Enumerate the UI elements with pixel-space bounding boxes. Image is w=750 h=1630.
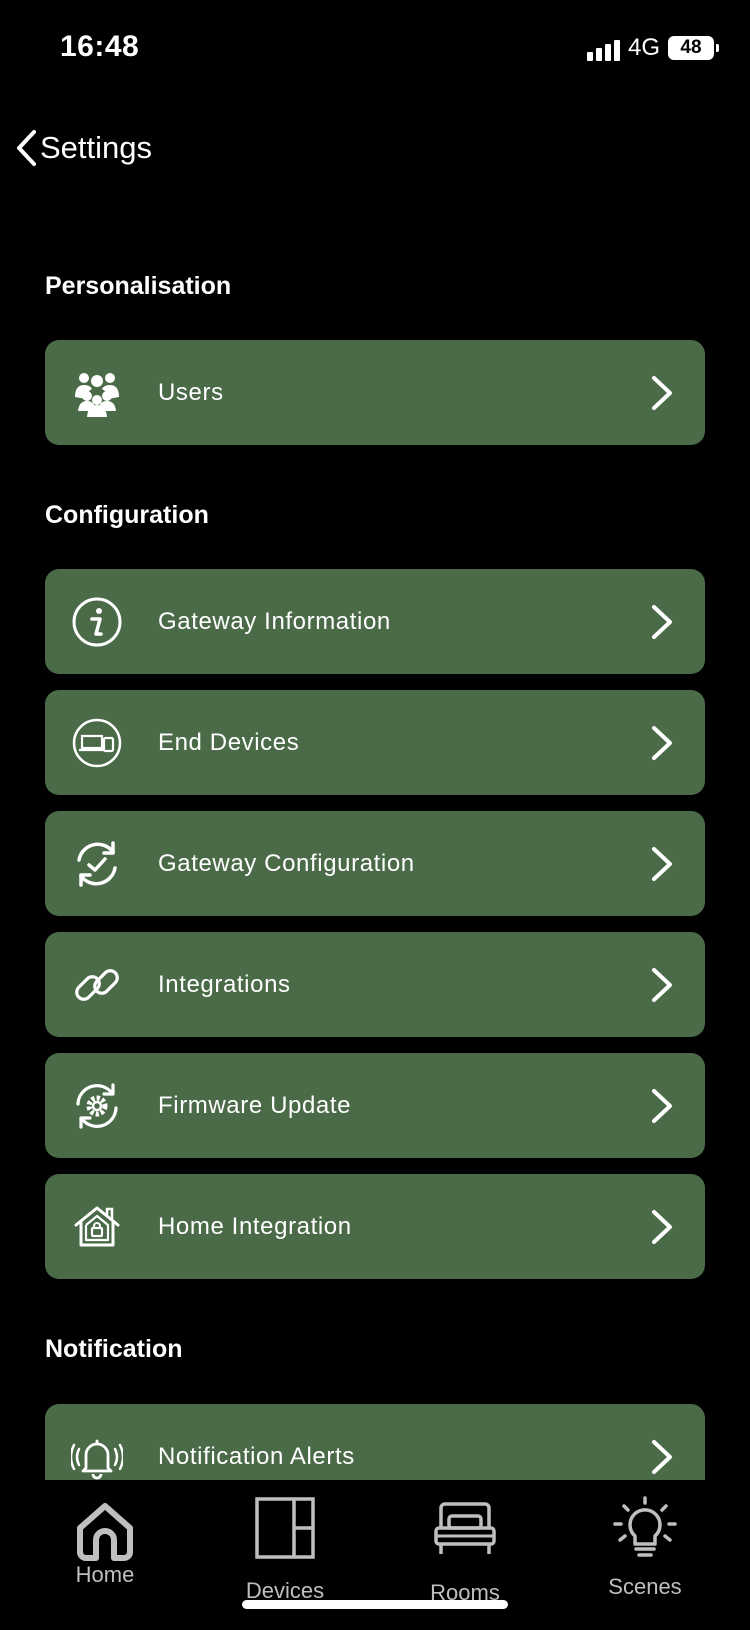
chevron-right-icon xyxy=(652,847,672,881)
tab-label: Home xyxy=(75,1562,135,1587)
row-label: Gateway Information xyxy=(158,607,391,635)
back-button[interactable]: Settings xyxy=(14,124,152,172)
settings-row-end-devices[interactable]: End Devices xyxy=(45,690,705,795)
lightbulb-icon xyxy=(613,1496,677,1557)
settings-row-notification-alerts[interactable]: Notification Alerts xyxy=(45,1404,705,1480)
chevron-right-icon xyxy=(652,605,672,639)
row-label: Users xyxy=(158,378,224,406)
sync-check-icon xyxy=(77,841,117,887)
users-icon xyxy=(75,373,119,417)
section-title-notification: Notification xyxy=(45,1335,183,1363)
row-label: Integrations xyxy=(158,970,291,998)
chevron-right-icon xyxy=(652,376,672,410)
tab-label: Scenes xyxy=(608,1574,682,1599)
settings-row-home-integration[interactable]: Home Integration xyxy=(45,1174,705,1279)
page-title: Settings xyxy=(40,130,153,165)
row-label: Firmware Update xyxy=(158,1091,352,1119)
tab-rooms[interactable]: Rooms xyxy=(415,1500,515,1606)
chevron-right-icon xyxy=(652,1440,672,1474)
settings-row-firmware-update[interactable]: Firmware Update xyxy=(45,1053,705,1158)
settings-row-integrations[interactable]: Integrations xyxy=(45,932,705,1037)
info-icon xyxy=(72,597,122,647)
settings-row-gateway-information[interactable]: Gateway Information xyxy=(45,569,705,674)
row-label: Gateway Configuration xyxy=(158,849,415,877)
row-label: Notification Alerts xyxy=(158,1442,355,1470)
chevron-right-icon xyxy=(652,968,672,1002)
settings-scroll-area[interactable]: Settings Personalisation Users Configura… xyxy=(0,0,750,1480)
settings-row-users[interactable]: Users xyxy=(45,340,705,445)
section-title-personalisation: Personalisation xyxy=(45,272,232,300)
home-indicator[interactable] xyxy=(242,1600,508,1609)
chevron-right-icon xyxy=(652,1089,672,1123)
row-label: Home Integration xyxy=(158,1212,352,1240)
home-lock-icon xyxy=(74,1206,120,1247)
tab-devices[interactable]: Devices xyxy=(235,1496,335,1604)
devices-icon xyxy=(72,718,122,768)
bell-icon xyxy=(71,1439,123,1480)
row-label: End Devices xyxy=(158,728,300,756)
bed-icon xyxy=(434,1502,496,1554)
chevron-right-icon xyxy=(652,726,672,760)
settings-row-gateway-configuration[interactable]: Gateway Configuration xyxy=(45,811,705,916)
tab-scenes[interactable]: Scenes xyxy=(595,1496,695,1600)
devices-panel-icon xyxy=(255,1497,315,1559)
home-icon xyxy=(77,1503,133,1561)
tab-home[interactable]: Home xyxy=(55,1500,155,1588)
link-icon xyxy=(75,969,119,1001)
section-title-configuration: Configuration xyxy=(45,501,209,529)
chevron-right-icon xyxy=(652,1210,672,1244)
chevron-left-icon xyxy=(17,130,36,166)
gear-sync-icon xyxy=(76,1083,118,1129)
